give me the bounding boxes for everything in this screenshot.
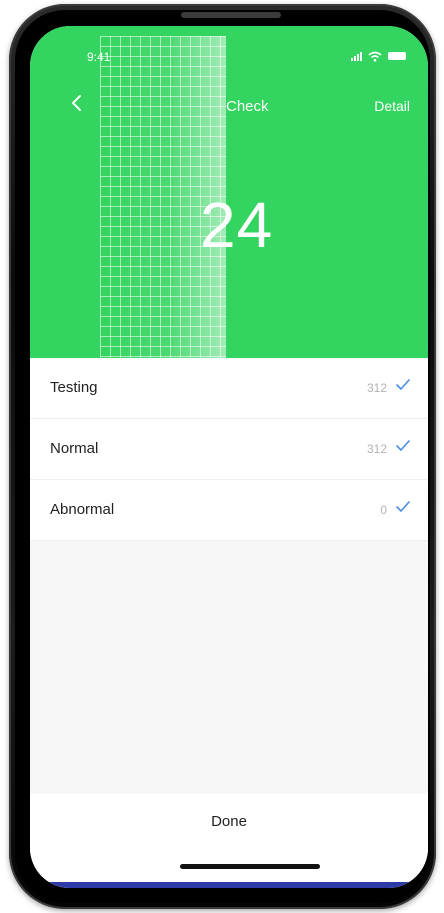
check-count: 24 (200, 189, 274, 261)
list-item-label: Abnormal (50, 501, 115, 518)
phone-frame: 9:41 Check Detail 24 Testing 312 Normal … (9, 4, 436, 909)
screen-bottom-edge (30, 882, 428, 888)
battery-icon (388, 52, 406, 60)
list-item-normal[interactable]: Normal 312 (30, 419, 428, 480)
home-indicator[interactable] (180, 864, 320, 869)
checkmark-icon (396, 379, 410, 390)
status-icons (351, 50, 406, 62)
status-time: 9:41 (87, 50, 111, 64)
list-item-count: 312 (366, 442, 387, 456)
screen: 9:41 Check Detail 24 Testing 312 Normal … (30, 26, 428, 888)
detail-button[interactable]: Detail (374, 98, 410, 114)
done-button[interactable]: Done (30, 813, 428, 830)
list-item-count: 0 (380, 503, 387, 517)
list-item-abnormal[interactable]: Abnormal 0 (30, 480, 428, 541)
page-title: Check (226, 98, 269, 115)
checkmark-icon (396, 501, 410, 512)
chevron-left-icon (72, 95, 81, 111)
signal-icon (351, 51, 362, 61)
list-item-count: 312 (366, 381, 387, 395)
list-item-label: Testing (50, 379, 98, 396)
hero-panel: 9:41 Check Detail 24 (30, 26, 428, 358)
list-item-testing[interactable]: Testing 312 (30, 358, 428, 419)
back-button[interactable] (69, 94, 85, 112)
speaker-grille (181, 12, 281, 18)
result-list: Testing 312 Normal 312 Abnormal 0 (30, 358, 428, 541)
footer-bar: Done (30, 794, 428, 888)
wifi-icon (368, 51, 382, 61)
list-item-label: Normal (50, 440, 99, 457)
checkmark-icon (396, 440, 410, 451)
